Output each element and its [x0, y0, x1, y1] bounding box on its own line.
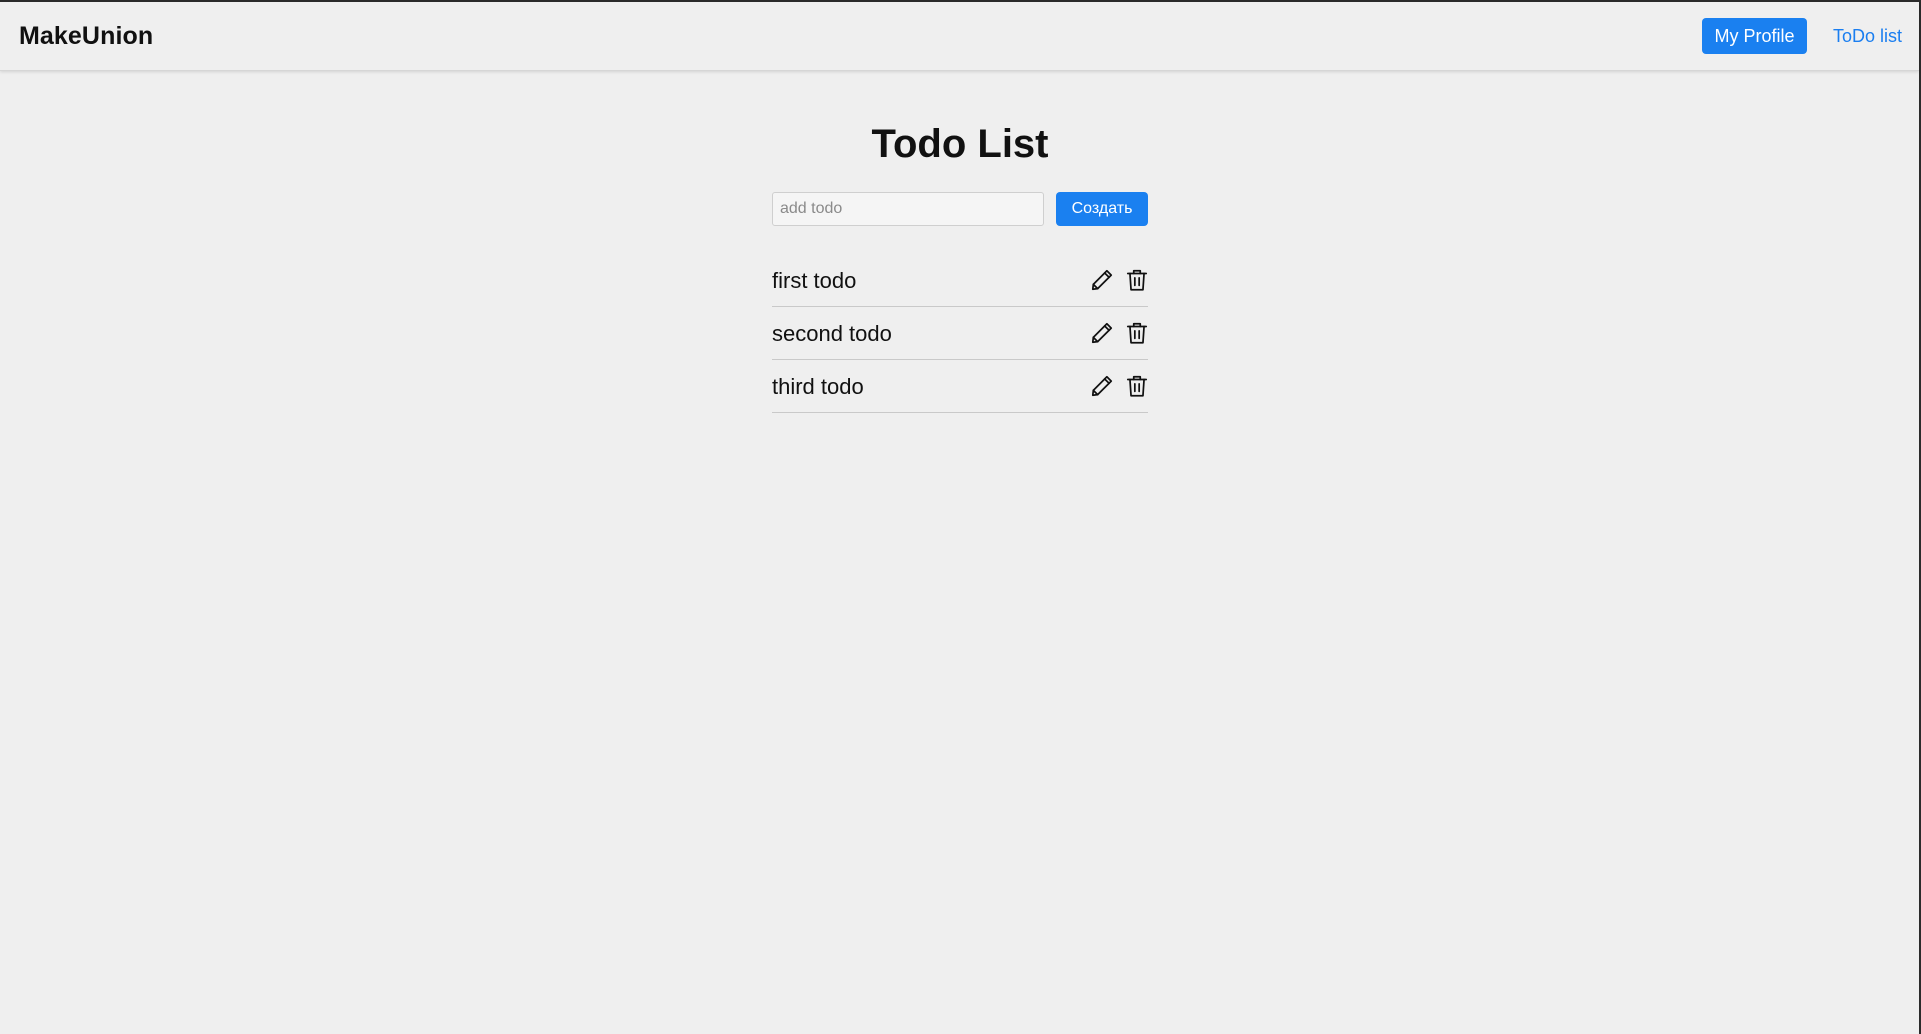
add-todo-form: Создать	[772, 192, 1148, 226]
todo-text: third todo	[772, 374, 864, 399]
pencil-icon	[1091, 375, 1113, 397]
todo-text: second todo	[772, 321, 892, 346]
my-profile-button[interactable]: My Profile	[1702, 18, 1807, 54]
edit-todo-button[interactable]	[1089, 373, 1115, 399]
navbar: MakeUnion My Profile ToDo list	[0, 2, 1919, 71]
todo-text: first todo	[772, 268, 857, 293]
delete-todo-button[interactable]	[1124, 373, 1150, 399]
edit-todo-button[interactable]	[1089, 320, 1115, 346]
page-title: Todo List	[871, 122, 1049, 166]
delete-todo-button[interactable]	[1124, 320, 1150, 346]
edit-todo-button[interactable]	[1089, 267, 1115, 293]
create-button[interactable]: Создать	[1056, 192, 1148, 226]
todo-item: second todo	[772, 307, 1148, 360]
delete-todo-button[interactable]	[1124, 267, 1150, 293]
trash-icon	[1126, 269, 1148, 291]
brand-logo[interactable]: MakeUnion	[19, 22, 153, 51]
todo-item: first todo	[772, 254, 1148, 307]
todo-item: third todo	[772, 360, 1148, 413]
trash-icon	[1126, 322, 1148, 344]
pencil-icon	[1091, 269, 1113, 291]
pencil-icon	[1091, 322, 1113, 344]
todo-main: Todo List Создать first todo	[772, 112, 1148, 413]
add-todo-input[interactable]	[772, 192, 1044, 226]
todo-list-link[interactable]: ToDo list	[1833, 26, 1902, 47]
trash-icon	[1126, 375, 1148, 397]
todo-list: first todo second todo third todo	[772, 254, 1148, 413]
